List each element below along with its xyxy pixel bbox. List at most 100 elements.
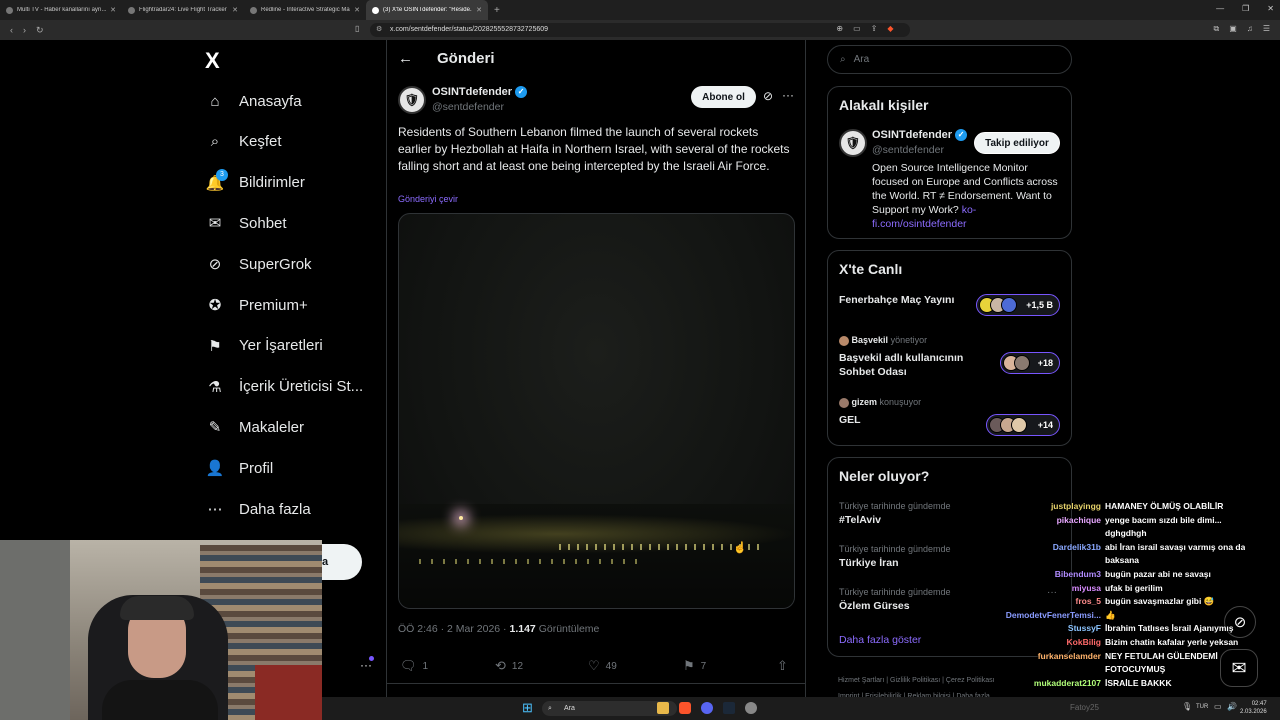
divider [387, 683, 805, 684]
subscribe-button[interactable]: Abone ol [691, 86, 756, 108]
sidebar-item[interactable]: 👤 Profil [205, 456, 274, 480]
sidebar-item-label: Premium+ [239, 296, 308, 314]
extensions-icon[interactable]: ⧉ [1214, 24, 1220, 34]
like-button[interactable]: ♡ 49 [588, 658, 617, 674]
grok-icon[interactable]: ⊘ [763, 89, 773, 103]
close-window-icon[interactable]: ✕ [1267, 4, 1274, 13]
media-icon[interactable]: ♫ [1247, 24, 1253, 34]
live-listeners-pill[interactable]: +18 [1000, 352, 1060, 374]
sidebar-item[interactable]: ✉ Sohbet [205, 211, 287, 235]
author-avatar[interactable]: 🛡 [398, 86, 426, 114]
chat-username: pikachique [1056, 514, 1101, 525]
live-host-line: Başvekil yönetiyor [839, 335, 927, 346]
reload-icon[interactable]: ↻ [36, 25, 44, 36]
browser-tab[interactable]: Redline - Interactive Strategic Map ✕ [244, 0, 366, 20]
sidebar-item[interactable]: ✪ Premium+ [205, 293, 308, 317]
article-icon: ✎ [208, 419, 222, 437]
bookmark-icon: ⚑ [208, 337, 222, 355]
sidebar-item[interactable]: 🔔 3 Bildirimler [205, 168, 305, 195]
language-indicator[interactable]: TUR [1196, 704, 1208, 710]
trend-name[interactable]: Özlem Gürses [839, 600, 910, 612]
search-input[interactable]: ⌕ Ara [827, 45, 1072, 74]
x-logo[interactable]: X [205, 48, 220, 74]
zoom-icon[interactable]: ⊕ [836, 24, 843, 34]
windows-start-icon[interactable]: ⊞ [522, 700, 533, 716]
tab-favicon-icon [128, 6, 135, 14]
author-handle[interactable]: @sentdefender [432, 101, 504, 113]
related-avatar[interactable]: 🛡 [839, 129, 867, 157]
screen-icon[interactable]: ▭ [853, 24, 861, 34]
following-button[interactable]: Takip ediliyor [974, 132, 1060, 154]
site-info-icon[interactable]: ⚙ [376, 23, 382, 37]
sidebar-item[interactable]: ⚗ İçerik Üreticisi St... [205, 375, 363, 399]
host-avatar [839, 335, 849, 346]
mouse-cursor-icon: ☝ [733, 542, 747, 554]
live-listeners-pill[interactable]: +14 [986, 414, 1060, 436]
live-item-title[interactable]: Başvekil adlı kullanıcının Sohbet Odası [839, 351, 969, 379]
brave-shield-icon[interactable]: ◆ [887, 24, 893, 34]
tab-close-icon[interactable]: ✕ [110, 6, 116, 14]
live-listeners-pill[interactable]: +1,5 B [976, 294, 1060, 316]
chat-message: furkanselamder NEY FETULAH GÜLENDEMİ [960, 650, 1270, 664]
tab-close-icon[interactable]: ✕ [476, 6, 482, 14]
repost-button[interactable]: ⟲ 12 [495, 658, 523, 674]
back-arrow-icon[interactable]: ← [398, 50, 413, 67]
taskbar-clock[interactable]: 02:47 2.03.2026 [1240, 700, 1267, 716]
restore-icon[interactable]: ❐ [1242, 4, 1249, 13]
share-icon[interactable]: ⇪ [871, 24, 878, 34]
url-field[interactable]: ⚙ x.com/sentdefender/status/2028255528732… [370, 23, 910, 37]
menu-icon[interactable]: ☰ [1263, 24, 1270, 34]
post-button[interactable]: a [322, 544, 362, 580]
mic-icon[interactable]: 🎙 [1182, 702, 1192, 711]
steam-icon[interactable] [723, 702, 735, 714]
browser-tab-active[interactable]: (3) X'te OSINTdefender: "Reside... ✕ [366, 0, 488, 20]
sidebar-item[interactable]: ⚑ Yer İşaretleri [205, 334, 322, 358]
brave-browser-icon[interactable] [679, 702, 691, 714]
trend-name[interactable]: Türkiye İran [839, 557, 899, 569]
sidebar-item[interactable]: ⊘ SuperGrok [205, 252, 312, 276]
more-circle-icon: ⋯ [207, 501, 223, 518]
forward-icon[interactable]: › [23, 25, 26, 35]
account-dot [369, 656, 374, 661]
related-name[interactable]: OSINTdefender ✓ [872, 129, 968, 142]
share-button[interactable]: ⇧ [777, 658, 788, 674]
tab-close-icon[interactable]: ✕ [354, 6, 360, 14]
sidebar-item[interactable]: ⌕ Keşfet [205, 130, 282, 154]
more-options-icon[interactable]: ··· [782, 88, 794, 102]
chat-username: fros_5 [1075, 596, 1101, 607]
related-handle[interactable]: @sentdefender [872, 144, 944, 156]
show-more-link[interactable]: Daha fazla göster [839, 634, 921, 646]
live-item-title[interactable]: Fenerbahçe Maç Yayını [839, 294, 954, 306]
discord-icon[interactable] [701, 702, 713, 714]
sidebar-item[interactable]: ⋯ Daha fazla [205, 497, 311, 521]
bookmark-button[interactable]: ⚑ 7 [683, 658, 706, 674]
reply-button[interactable]: 🗨 1 [400, 658, 428, 674]
sidebar-item[interactable]: ⌂ Anasayfa [205, 89, 302, 113]
file-explorer-icon[interactable] [657, 702, 669, 714]
heart-icon: ♡ [588, 658, 600, 673]
author-name[interactable]: OSINTdefender ✓ [432, 86, 528, 99]
app-icon[interactable] [745, 702, 757, 714]
chat-username: Dardelik31b [1052, 541, 1101, 552]
volume-icon[interactable]: 🔊 [1227, 702, 1237, 711]
tab-favicon-icon [250, 6, 257, 14]
x-live-card: X'te Canlı Fenerbahçe Maç Yayını +1,5 B … [827, 250, 1072, 446]
browser-tab[interactable]: Multi TV - Haber kanallarını ayrı... ✕ [0, 0, 122, 20]
chat-text: baksana [1105, 555, 1140, 566]
tab-close-icon[interactable]: ✕ [232, 6, 238, 14]
live-item-title[interactable]: GEL [839, 414, 861, 426]
sidebar-item[interactable]: ✎ Makaleler [205, 415, 304, 439]
trend-name[interactable]: #TelAviv [839, 514, 881, 526]
chat-message: baksana [960, 554, 1270, 568]
trend-context: Türkiye tarihinde gündemde [839, 544, 951, 554]
network-icon[interactable]: ▭ [1214, 702, 1222, 711]
new-tab-icon[interactable]: + [494, 5, 500, 16]
back-icon[interactable]: ‹ [10, 25, 13, 35]
translate-link[interactable]: Gönderiyi çevir [398, 194, 458, 204]
wallet-icon[interactable]: ▣ [1229, 24, 1237, 34]
minimize-icon[interactable]: — [1216, 4, 1224, 13]
sidebar-item-label: Anasayfa [239, 92, 302, 110]
browser-tab[interactable]: Flightradar24: Live Flight Tracker - R..… [122, 0, 244, 20]
search-icon: ⌕ [548, 705, 552, 712]
bookmark-page-icon[interactable]: ▯ [355, 24, 359, 33]
